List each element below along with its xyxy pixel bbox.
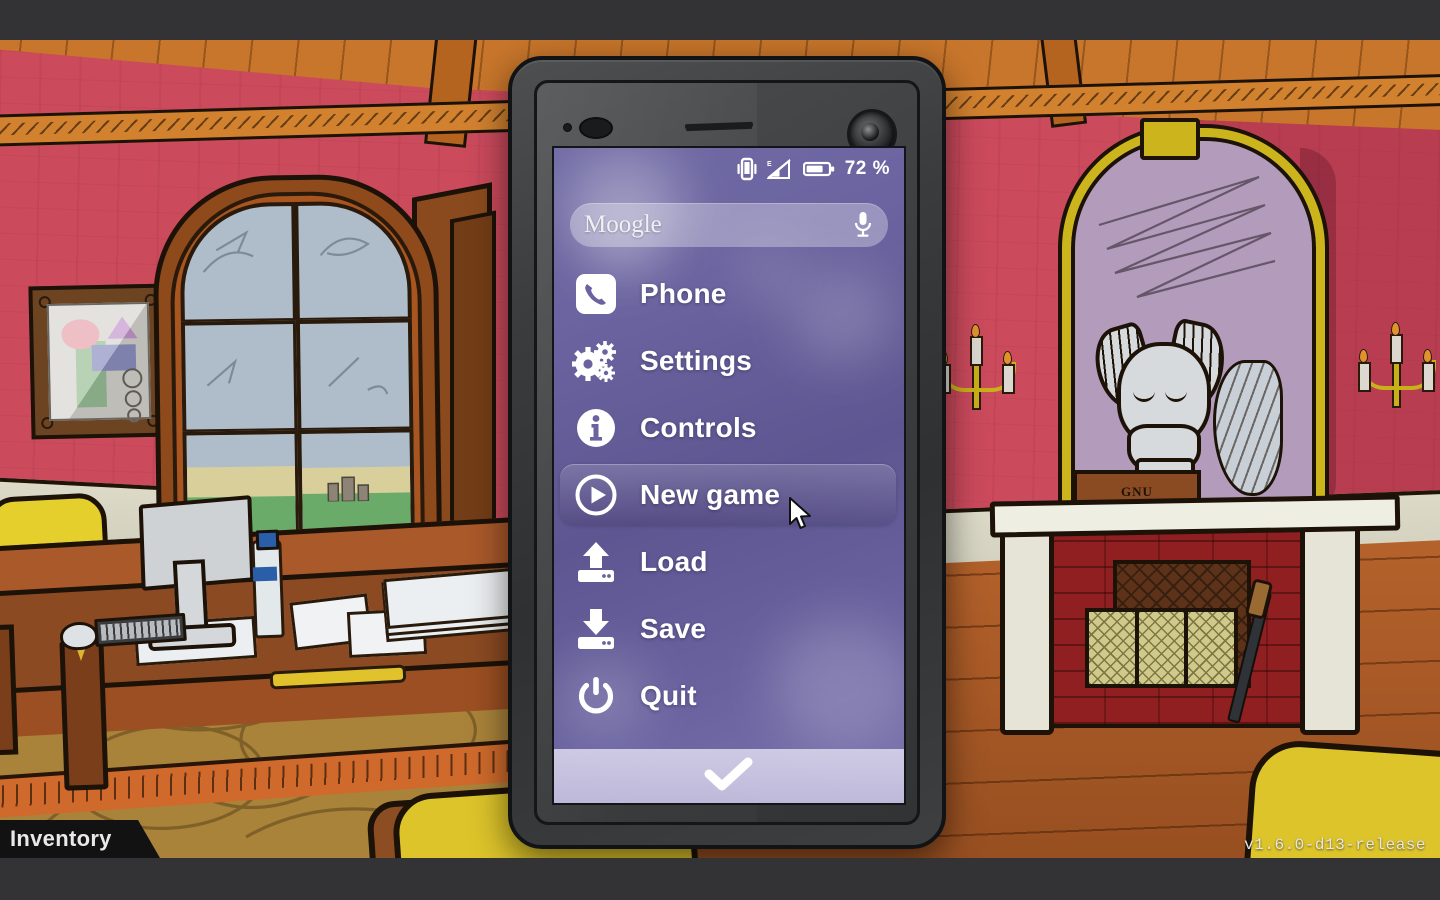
- letterbox-top: [0, 0, 1440, 40]
- fireplace-mantel[interactable]: [989, 494, 1401, 538]
- power-icon: [570, 670, 622, 722]
- menu-label: New game: [640, 478, 781, 510]
- battery-icon: [802, 160, 835, 178]
- picture-artwork: [46, 301, 152, 423]
- play-circle-icon: [570, 469, 622, 521]
- phone-softkey-bar[interactable]: [554, 749, 904, 803]
- gears-icon: [570, 335, 622, 387]
- menu-item-new-game[interactable]: New game: [554, 461, 904, 528]
- info-circle-icon: [570, 402, 622, 454]
- proximity-sensor-icon: [563, 123, 572, 132]
- vibrate-icon: [737, 157, 757, 181]
- bottle-cap: [255, 529, 280, 551]
- front-camera-icon: [579, 117, 613, 139]
- search-value: Moogle: [584, 211, 662, 238]
- fireplace-screen[interactable]: [1085, 608, 1238, 688]
- menu-label: Save: [640, 612, 707, 644]
- checkmark-icon[interactable]: [703, 757, 755, 796]
- microphone-icon[interactable]: [852, 210, 874, 240]
- search-input[interactable]: Moogle: [570, 203, 888, 247]
- distant-castle-icon: [327, 476, 370, 502]
- mirror-crest-ornament: [1140, 118, 1200, 160]
- bottle-label: [252, 566, 278, 582]
- in-game-phone[interactable]: E 72 % Moogle Phone Settings Controls Ne…: [508, 56, 946, 849]
- svg-text:E: E: [767, 161, 772, 168]
- menu-item-save[interactable]: Save: [554, 595, 904, 662]
- mantel-leg: [1000, 520, 1054, 735]
- mantel-leg: [1300, 520, 1360, 735]
- wall-picture-frame[interactable]: [28, 283, 170, 440]
- menu-item-quit[interactable]: Quit: [554, 662, 904, 729]
- game-screen: GNU E 72 % Moogle Phone Settings Control…: [0, 0, 1440, 900]
- phone-screen[interactable]: E 72 % Moogle Phone Settings Controls Ne…: [552, 146, 906, 805]
- menu-item-load[interactable]: Load: [554, 528, 904, 595]
- mouse-pointer-icon: [789, 497, 811, 529]
- mirror-glare-lines: [1098, 175, 1276, 299]
- menu-label: Controls: [640, 411, 757, 443]
- desk-leg: [59, 639, 109, 791]
- version-label: v1.6.0-d13-release: [1244, 836, 1426, 854]
- inventory-tab[interactable]: Inventory: [0, 820, 160, 858]
- menu-item-controls[interactable]: Controls: [554, 394, 904, 461]
- menu-label: Settings: [640, 344, 753, 376]
- menu-item-settings[interactable]: Settings: [554, 327, 904, 394]
- water-bottle[interactable]: [251, 539, 285, 639]
- inventory-label: Inventory: [10, 826, 112, 851]
- bust-mane: [1213, 360, 1283, 496]
- phone-status-bar: E 72 %: [554, 148, 904, 190]
- letterbox-bottom: [0, 858, 1440, 900]
- candelabra-right[interactable]: [1350, 322, 1440, 418]
- menu-item-phone[interactable]: Phone: [554, 260, 904, 327]
- phone-handset-icon: [570, 268, 622, 320]
- menu-label: Quit: [640, 679, 697, 711]
- menu-label: Load: [640, 545, 708, 577]
- signal-edge-icon: E: [766, 158, 793, 180]
- battery-percent-label: 72 %: [844, 158, 890, 179]
- phone-menu[interactable]: Phone Settings Controls New game Load Sa…: [554, 260, 904, 729]
- upload-drive-icon: [570, 536, 622, 588]
- download-drive-icon: [570, 603, 622, 655]
- menu-label: Phone: [640, 277, 727, 309]
